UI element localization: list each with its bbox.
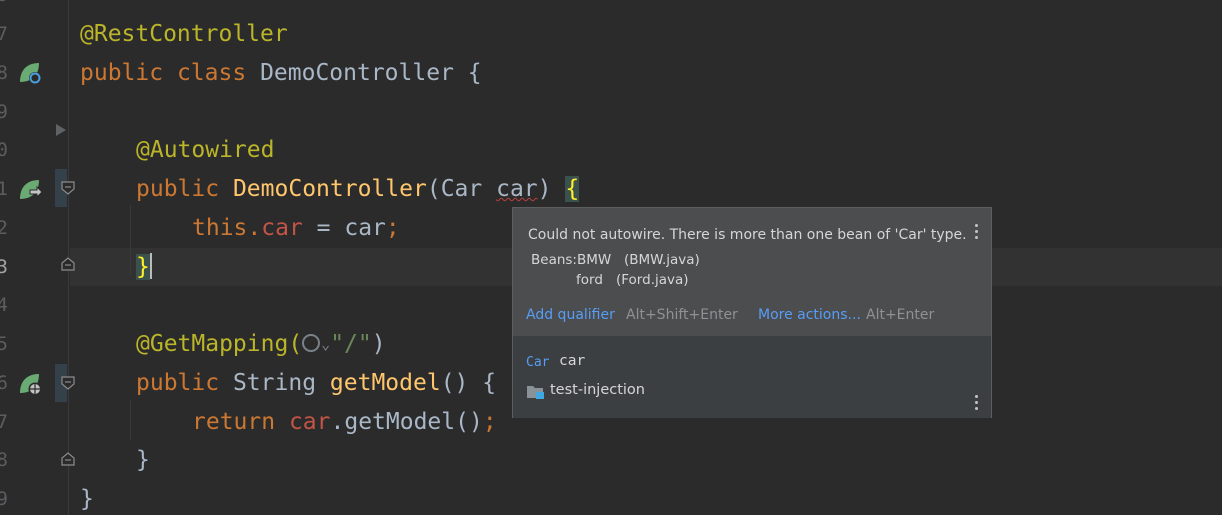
line-number: 3 — [0, 256, 8, 278]
run-arrow-icon[interactable] — [54, 123, 68, 137]
code-line-18[interactable]: } — [136, 446, 150, 474]
line-number: 8 — [0, 449, 8, 471]
spring-autowired-icon[interactable] — [17, 177, 43, 203]
line-number: 5 — [0, 333, 8, 355]
type-token: Car — [440, 176, 483, 202]
context-type: Car — [526, 355, 550, 370]
params-token: () { — [440, 370, 497, 396]
popup-context-section — [513, 336, 991, 418]
fold-icon[interactable] — [60, 451, 76, 467]
bean-file: (Ford.java) — [616, 272, 689, 288]
method-name-token: getModel — [329, 370, 441, 396]
keyword-token: return — [192, 409, 276, 435]
code-line-17[interactable]: return car.getModel(); — [192, 408, 497, 436]
code-line-8[interactable]: public class DemoController { — [80, 59, 482, 87]
fold-icon[interactable] — [60, 256, 76, 272]
line-number: 6 — [0, 372, 8, 394]
code-line-11[interactable]: public DemoController(Car car) { — [136, 175, 580, 203]
code-line-16[interactable]: public String getModel() { — [136, 369, 496, 397]
paren-token: ) — [371, 331, 386, 357]
line-number: 7 — [0, 411, 8, 433]
line-number: 2 — [0, 217, 8, 239]
keyword-token: public — [136, 370, 220, 396]
add-qualifier-link[interactable]: Add qualifier — [526, 307, 615, 323]
field-token: car — [261, 215, 303, 241]
paren-token: ) — [537, 176, 552, 202]
beans-label: Beans: — [531, 252, 577, 268]
fold-icon[interactable] — [60, 375, 76, 391]
matched-brace-token: } — [136, 254, 150, 280]
fold-icon[interactable] — [60, 180, 76, 196]
keyword-token: public — [80, 60, 164, 86]
indent-guide — [130, 205, 131, 275]
more-options-icon[interactable] — [974, 224, 980, 242]
semicolon-token: ; — [385, 215, 400, 241]
inspection-message: Could not autowire. There is more than o… — [528, 227, 967, 243]
line-number: 9 — [0, 101, 8, 123]
annotation-token: @GetMapping( — [136, 331, 303, 357]
bean-file: (BMW.java) — [624, 252, 700, 268]
module-folder-icon — [527, 386, 544, 399]
spring-bean-class-icon[interactable] — [17, 60, 43, 86]
keyword-token: class — [176, 60, 247, 86]
code-line-10[interactable]: @Autowired — [136, 136, 274, 164]
brace-token: { — [467, 60, 482, 86]
call-token: .getModel() — [330, 409, 483, 435]
shortcut-label: Alt+Enter — [866, 307, 935, 323]
assign-token: = — [302, 215, 345, 241]
constructor-name-token: DemoController — [232, 176, 427, 202]
code-line-7[interactable]: @RestController — [80, 20, 288, 48]
type-token: String — [232, 370, 317, 396]
line-number: 8 — [0, 62, 8, 84]
chevron-down-icon[interactable]: ⌄ — [321, 330, 330, 358]
dot-token: . — [247, 215, 262, 241]
code-line-15[interactable]: @GetMapping( ⌄"/") — [136, 330, 386, 358]
value-token: car — [344, 215, 386, 241]
more-actions-link[interactable]: More actions... — [758, 307, 861, 323]
field-token: car — [288, 409, 331, 435]
keyword-token: public — [136, 176, 220, 202]
bean-name[interactable]: ford — [576, 272, 603, 288]
annotation-token: @Autowired — [136, 137, 275, 163]
brace-token: } — [80, 486, 94, 512]
inspection-popup[interactable]: Could not autowire. There is more than o… — [512, 207, 992, 418]
paren-token: ( — [426, 176, 441, 202]
annotation-token: @RestController — [80, 21, 288, 47]
bean-name[interactable]: BMW — [577, 252, 611, 268]
context-variable: car — [559, 353, 586, 369]
line-number: 0 — [0, 139, 8, 161]
line-number: 1 — [0, 178, 8, 200]
code-line-13[interactable]: } — [136, 253, 152, 281]
globe-icon[interactable] — [302, 334, 321, 352]
indent-guide — [130, 400, 131, 440]
brace-token: } — [136, 447, 150, 473]
line-number: 4 — [0, 294, 8, 316]
string-token: "/" — [330, 331, 372, 357]
line-number: 6 — [0, 0, 8, 6]
text-caret — [149, 253, 152, 279]
keyword-token: this — [192, 215, 248, 241]
spring-web-endpoint-icon[interactable] — [17, 371, 43, 397]
shortcut-label: Alt+Shift+Enter — [626, 307, 738, 323]
semicolon-token: ; — [482, 409, 497, 435]
code-line-19[interactable]: } — [80, 485, 94, 513]
matched-brace-token: { — [565, 176, 580, 202]
code-line-12[interactable]: this.car = car; — [192, 214, 400, 242]
line-number: 7 — [0, 23, 8, 45]
more-options-icon[interactable] — [974, 395, 980, 413]
module-name[interactable]: test-injection — [550, 382, 645, 398]
class-name-token: DemoController — [260, 60, 454, 86]
line-number: 9 — [0, 488, 8, 510]
param-token-warning[interactable]: car — [496, 176, 538, 202]
